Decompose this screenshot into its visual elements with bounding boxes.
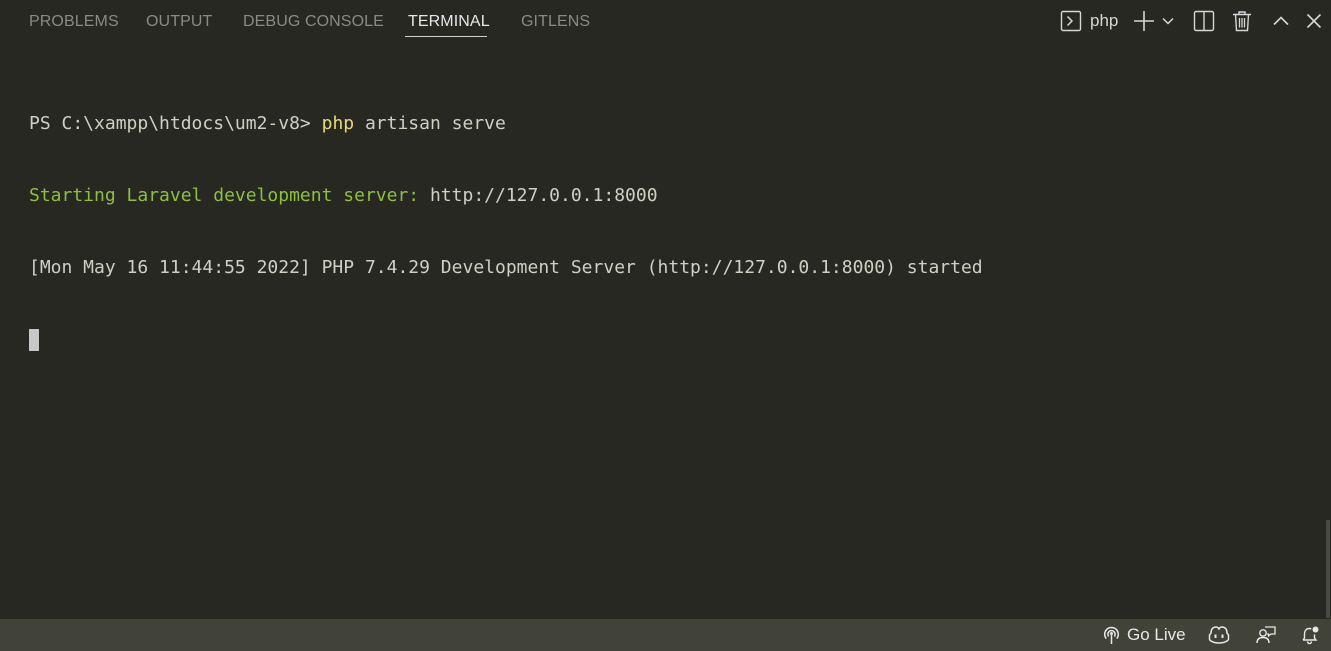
terminal-shell-selector[interactable]: php: [1060, 8, 1118, 34]
bell-icon: [1300, 625, 1320, 645]
server-log-text: [Mon May 16 11:44:55 2022] PHP 7.4.29 De…: [29, 257, 983, 278]
feedback-button[interactable]: [1256, 619, 1276, 651]
status-bar: Go Live: [0, 619, 1331, 651]
terminal-output[interactable]: PS C:\xampp\htdocs\um2-v8> php artisan s…: [29, 64, 1319, 376]
copilot-icon: [1208, 625, 1230, 645]
server-url-link[interactable]: http://127.0.0.1:8000: [430, 185, 658, 206]
tab-terminal[interactable]: TERMINAL: [408, 12, 490, 32]
terminal-icon: [1060, 10, 1082, 32]
tab-debug-console[interactable]: DEBUG CONSOLE: [243, 12, 384, 32]
terminal-command-args: artisan serve: [354, 113, 506, 134]
panel-header: PROBLEMS OUTPUT DEBUG CONSOLE TERMINAL G…: [0, 0, 1331, 44]
terminal-scrollbar[interactable]: [1326, 520, 1330, 618]
chevron-up-icon: [1272, 12, 1290, 30]
terminal-cursor-line: [29, 328, 1319, 352]
copilot-button[interactable]: [1208, 619, 1230, 651]
maximize-panel-button[interactable]: [1272, 8, 1290, 34]
terminal-line: Starting Laravel development server: htt…: [29, 184, 1319, 208]
kill-terminal-button[interactable]: [1231, 8, 1253, 34]
active-tab-indicator: [405, 36, 487, 37]
tab-gitlens[interactable]: GITLENS: [521, 12, 590, 32]
chevron-down-icon: [1161, 14, 1175, 28]
terminal-line: PS C:\xampp\htdocs\um2-v8> php artisan s…: [29, 112, 1319, 136]
terminal-prompt: PS C:\xampp\htdocs\um2-v8>: [29, 113, 322, 134]
trash-icon: [1231, 10, 1253, 32]
terminal-command: php: [321, 113, 355, 134]
close-icon: [1306, 13, 1322, 29]
split-icon: [1193, 10, 1215, 32]
go-live-button[interactable]: Go Live: [1102, 619, 1186, 651]
terminal-cursor: [29, 329, 39, 351]
broadcast-icon: [1102, 625, 1121, 645]
tab-output[interactable]: OUTPUT: [146, 12, 212, 32]
split-terminal-button[interactable]: [1193, 8, 1215, 34]
go-live-label: Go Live: [1127, 625, 1186, 644]
terminal-line: [Mon May 16 11:44:55 2022] PHP 7.4.29 De…: [29, 256, 1319, 280]
new-terminal-button[interactable]: [1133, 8, 1155, 34]
tab-problems[interactable]: PROBLEMS: [29, 12, 119, 32]
notifications-button[interactable]: [1300, 619, 1320, 651]
plus-icon: [1133, 10, 1155, 32]
close-panel-button[interactable]: [1306, 8, 1322, 34]
feedback-icon: [1256, 625, 1276, 645]
server-status-text: Starting Laravel development server:: [29, 185, 430, 206]
terminal-shell-label: php: [1090, 11, 1119, 30]
launch-profile-dropdown[interactable]: [1161, 8, 1175, 34]
